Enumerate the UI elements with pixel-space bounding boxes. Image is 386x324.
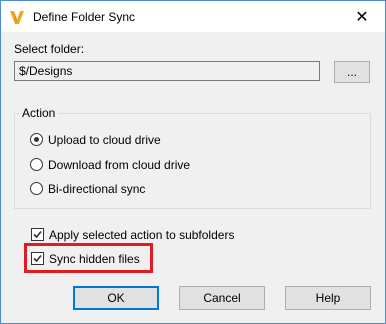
upload-radio-label[interactable]: Upload to cloud drive (48, 132, 161, 148)
action-group-label: Action (19, 105, 59, 121)
apply-subfolders-checkbox[interactable] (31, 228, 44, 241)
upload-radio[interactable] (30, 133, 43, 146)
highlight-box (24, 243, 153, 273)
cancel-button[interactable]: Cancel (179, 286, 265, 310)
title-bar[interactable]: Define Folder Sync ✕ (1, 1, 385, 32)
browse-button[interactable]: ... (334, 61, 370, 83)
folder-path-field[interactable]: $/Designs (14, 61, 320, 81)
download-radio[interactable] (30, 158, 43, 171)
bidirectional-radio-label[interactable]: Bi-directional sync (48, 181, 145, 197)
checkmark-icon (33, 230, 42, 239)
app-logo-icon (9, 9, 25, 25)
close-button[interactable]: ✕ (339, 1, 385, 32)
bidirectional-radio[interactable] (30, 182, 43, 195)
help-button[interactable]: Help (285, 286, 371, 310)
ok-button[interactable]: OK (73, 286, 159, 310)
window-title: Define Folder Sync (33, 10, 136, 24)
select-folder-label: Select folder: (14, 42, 85, 56)
dialog-window: Define Folder Sync ✕ Select folder: $/De… (0, 0, 386, 324)
close-icon: ✕ (355, 8, 369, 26)
apply-subfolders-label[interactable]: Apply selected action to subfolders (49, 227, 234, 243)
download-radio-label[interactable]: Download from cloud drive (48, 157, 190, 173)
radio-selected-dot (34, 137, 39, 142)
